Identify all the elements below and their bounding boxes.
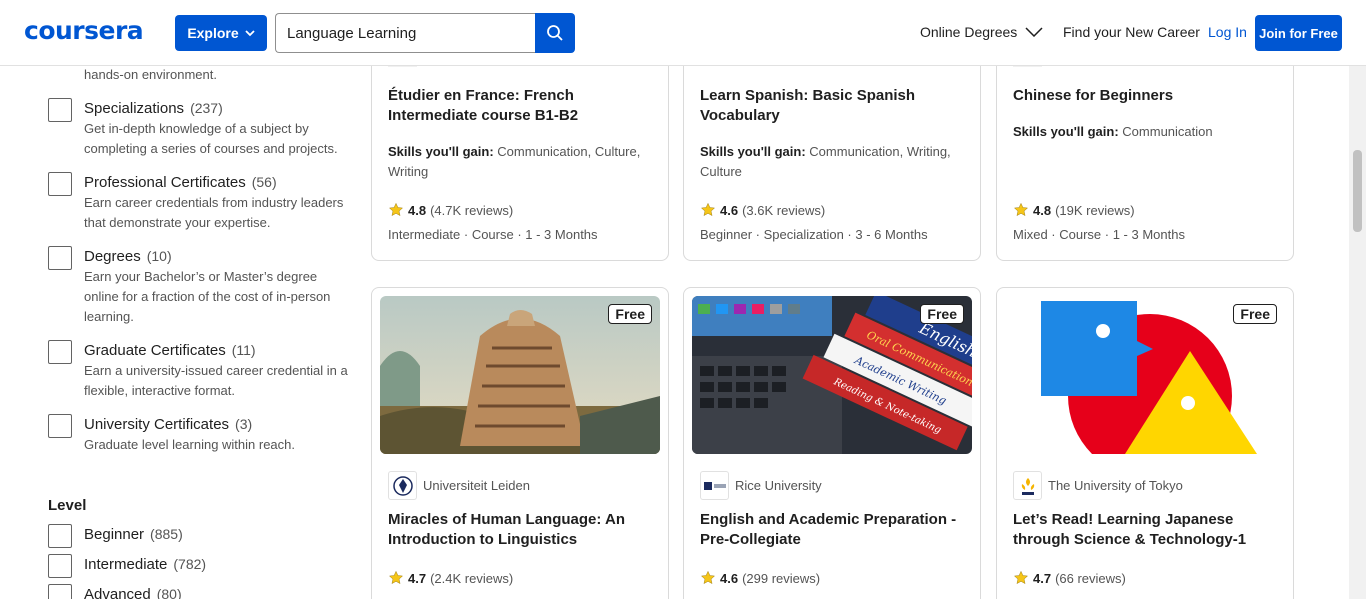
filter-desc: Earn a university-issued career credenti… — [84, 363, 348, 398]
filter-desc: Earn career credentials from industry le… — [84, 195, 344, 230]
course-title[interactable]: Let’s Read! Learning Japanese through Sc… — [1013, 510, 1279, 550]
course-rating: 4.6 (3.6K reviews) — [700, 202, 825, 218]
filter-label: Degrees (10) — [84, 248, 172, 265]
login-link[interactable]: Log In — [1208, 24, 1247, 40]
course-card[interactable]: Free Universiteit Leiden Miracles of Hum… — [371, 287, 669, 599]
course-rating: 4.7 (66 reviews) — [1013, 570, 1126, 586]
course-skills: Skills you'll gain: Communication, Writi… — [700, 144, 951, 179]
rating-value: 4.6 — [720, 202, 739, 218]
filter-desc: hands-on environment. — [84, 67, 217, 82]
star-icon — [1013, 202, 1029, 216]
top-header: coursera Explore Online Degrees Find you… — [0, 0, 1366, 66]
free-badge: Free — [1233, 304, 1277, 324]
course-title[interactable]: Étudier en France: French Intermediate c… — [388, 86, 654, 126]
checkbox[interactable] — [48, 584, 72, 599]
review-count: (66 reviews) — [1055, 570, 1126, 586]
course-image-tower-of-babel: Free — [380, 296, 660, 454]
filter-label: Graduate Certificates (11) — [84, 342, 256, 359]
free-badge: Free — [608, 304, 652, 324]
course-image-books-laptop: English Oral Communication Academic Writ… — [692, 296, 972, 454]
rating-value: 4.6 — [720, 570, 739, 586]
checkbox[interactable] — [48, 524, 72, 548]
checkbox[interactable] — [48, 414, 72, 438]
filter-label: Beginner (885) — [84, 526, 183, 543]
university-logo-icon — [388, 471, 417, 500]
star-icon — [388, 570, 404, 584]
course-rating: 4.8 (19K reviews) — [1013, 202, 1135, 218]
chevron-down-icon — [1025, 27, 1043, 37]
star-icon — [1013, 570, 1029, 584]
scrollbar-thumb[interactable] — [1353, 150, 1362, 232]
review-count: (2.4K reviews) — [430, 570, 514, 586]
online-degrees-label: Online Degrees — [920, 24, 1018, 40]
filter-desc: Get in-depth knowledge of a subject by c… — [84, 121, 338, 156]
coursera-logo[interactable]: coursera — [24, 16, 144, 45]
filter-label: Specializations (237) — [84, 100, 223, 117]
course-skills: Skills you'll gain: Communication — [1013, 124, 1213, 139]
partner-name: Rice University — [735, 478, 822, 493]
review-count: (4.7K reviews) — [430, 202, 514, 218]
star-icon — [388, 202, 404, 216]
checkbox[interactable] — [48, 340, 72, 364]
star-icon — [700, 202, 716, 216]
explore-label: Explore — [187, 25, 239, 41]
course-skills: Skills you'll gain: Communication, Cultu… — [388, 144, 641, 179]
course-rating: 4.6 (299 reviews) — [700, 570, 820, 586]
course-card[interactable]: Learn Spanish: Basic Spanish Vocabulary … — [683, 40, 981, 261]
rating-value: 4.8 — [408, 202, 427, 218]
online-degrees-menu[interactable]: Online Degrees — [920, 24, 1043, 40]
university-logo-icon — [700, 471, 729, 500]
search-icon — [547, 25, 563, 41]
filter-label: Professional Certificates (56) — [84, 174, 277, 191]
course-rating: 4.7 (2.4K reviews) — [388, 570, 513, 586]
course-meta: Mixed · Course · 1 - 3 Months — [1013, 227, 1185, 242]
checkbox[interactable] — [48, 554, 72, 578]
checkbox[interactable] — [48, 172, 72, 196]
course-card[interactable]: Chinese for Beginners Skills you'll gain… — [996, 40, 1294, 261]
course-card[interactable]: English Oral Communication Academic Writ… — [683, 287, 981, 599]
filter-desc: Earn your Bachelor’s or Master’s degree … — [84, 269, 331, 324]
university-logo-icon — [1013, 471, 1042, 500]
course-title[interactable]: Miracles of Human Language: An Introduct… — [388, 510, 654, 550]
review-count: (19K reviews) — [1055, 202, 1135, 218]
filter-label: Advanced (80) — [84, 586, 182, 599]
chevron-down-icon — [245, 30, 255, 37]
course-image-shapes: Free — [1005, 296, 1285, 454]
rating-value: 4.8 — [1033, 202, 1052, 218]
partner-row: Universiteit Leiden — [388, 471, 530, 500]
join-for-free-button[interactable]: Join for Free — [1255, 15, 1342, 51]
course-title[interactable]: English and Academic Preparation - Pre-C… — [700, 510, 966, 550]
filter-label: University Certificates (3) — [84, 416, 253, 433]
partner-name: The University of Tokyo — [1048, 478, 1183, 493]
course-meta: Beginner · Specialization · 3 - 6 Months — [700, 227, 928, 242]
course-title[interactable]: Learn Spanish: Basic Spanish Vocabulary — [700, 86, 966, 126]
course-title[interactable]: Chinese for Beginners — [1013, 86, 1279, 106]
rating-value: 4.7 — [408, 570, 427, 586]
rating-value: 4.7 — [1033, 570, 1052, 586]
search-input[interactable] — [275, 13, 535, 53]
filter-desc: Graduate level learning within reach. — [84, 437, 296, 452]
course-meta: Intermediate · Course · 1 - 3 Months — [388, 227, 598, 242]
find-career-link[interactable]: Find your New Career — [1063, 24, 1200, 40]
filter-sidebar: hands-on environment. Specializations (23… — [0, 66, 360, 599]
course-rating: 4.8 (4.7K reviews) — [388, 202, 513, 218]
free-badge: Free — [920, 304, 964, 324]
review-count: (3.6K reviews) — [742, 202, 826, 218]
filter-label: Intermediate (782) — [84, 556, 207, 573]
review-count: (299 reviews) — [742, 570, 821, 586]
checkbox[interactable] — [48, 246, 72, 270]
explore-button[interactable]: Explore — [175, 15, 267, 51]
checkbox[interactable] — [48, 98, 72, 122]
partner-row: The University of Tokyo — [1013, 471, 1183, 500]
level-heading: Level — [48, 497, 87, 514]
star-icon — [700, 570, 716, 584]
partner-row: Rice University — [700, 471, 822, 500]
page-scrollbar[interactable] — [1349, 66, 1366, 599]
course-card[interactable]: Étudier en France: French Intermediate c… — [371, 40, 669, 261]
partner-name: Universiteit Leiden — [423, 478, 530, 493]
course-card[interactable]: Free The University of Tokyo Let’s Read!… — [996, 287, 1294, 599]
search-button[interactable] — [535, 13, 575, 53]
